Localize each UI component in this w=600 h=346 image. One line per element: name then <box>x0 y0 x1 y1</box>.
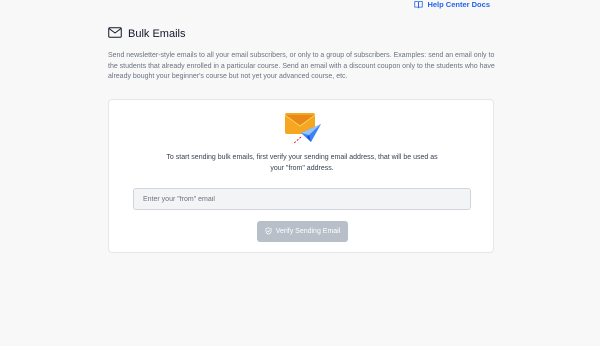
page-header: Bulk Emails <box>108 25 185 43</box>
verify-instructions: To start sending bulk emails, first veri… <box>166 154 438 172</box>
from-email-input[interactable] <box>133 188 471 210</box>
shield-check-icon <box>265 226 272 237</box>
help-center-label: Help Center Docs <box>427 0 490 9</box>
envelope-paper-plane-illustration <box>284 111 322 152</box>
page-description: Send newsletter-style emails to all your… <box>108 52 495 80</box>
help-center-link[interactable]: Help Center Docs <box>414 0 490 9</box>
verify-sender-card: To start sending bulk emails, first veri… <box>108 99 494 253</box>
mail-icon <box>108 25 122 43</box>
verify-button-label: Verify Sending Email <box>275 228 341 235</box>
verify-sending-email-button[interactable]: Verify Sending Email <box>257 221 348 242</box>
page-title: Bulk Emails <box>128 28 186 40</box>
book-icon <box>414 0 424 9</box>
